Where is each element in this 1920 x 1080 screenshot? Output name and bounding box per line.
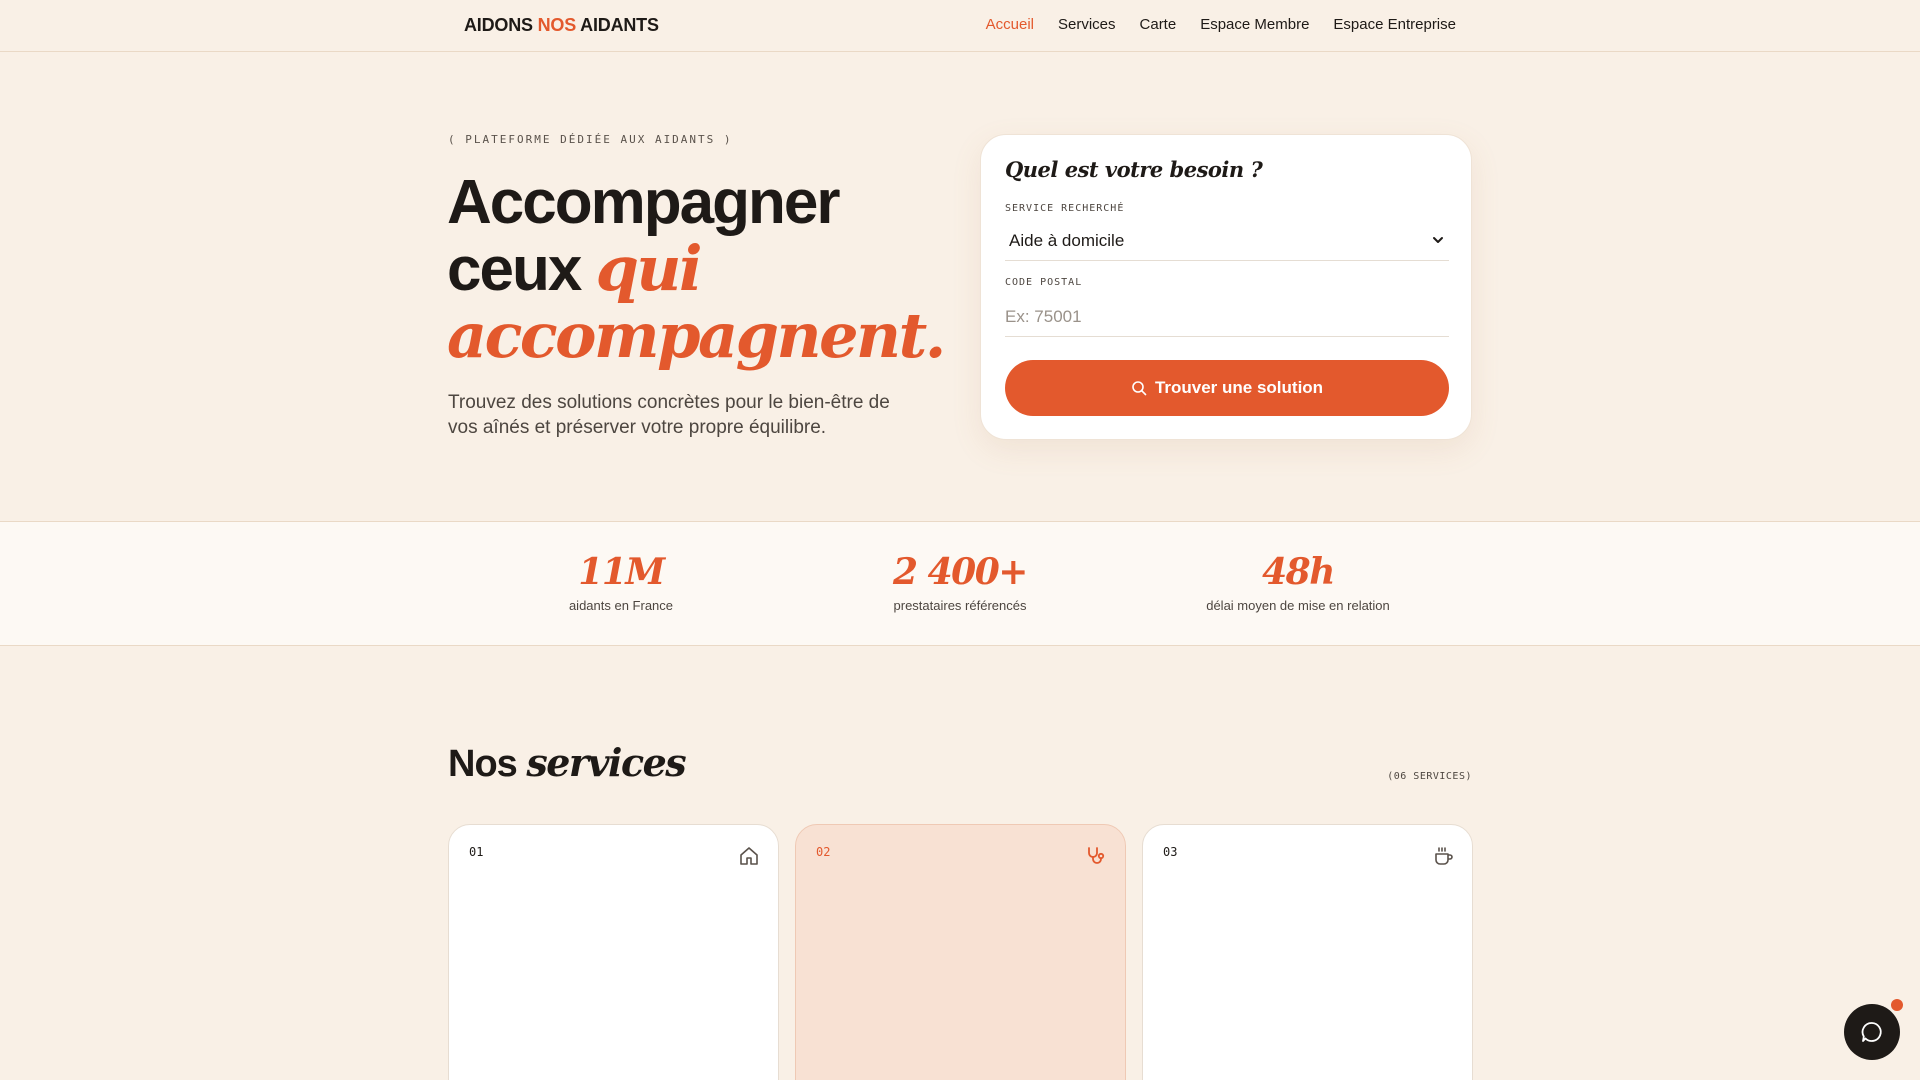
stat-label: prestataires référencés	[893, 598, 1027, 613]
services-title-italic: services	[526, 740, 686, 785]
chevron-down-icon	[1433, 237, 1443, 243]
hero-title-italic-1: qui	[595, 232, 703, 305]
services-title: Nos services	[448, 740, 687, 786]
nav-item-carte[interactable]: Carte	[1140, 16, 1177, 33]
service-card-number: 02	[816, 845, 831, 859]
nav-item-espace-membre[interactable]: Espace Membre	[1200, 16, 1309, 33]
chat-button[interactable]	[1844, 1004, 1900, 1060]
services-count: (06 SERVICES)	[1387, 771, 1472, 782]
nav-item-accueil[interactable]: Accueil	[986, 16, 1034, 33]
notification-dot	[1891, 999, 1903, 1011]
hero-subtitle: Trouvez des solutions concrètes pour le …	[448, 392, 890, 438]
search-card: Quel est votre besoin ? SERVICE RECHERCH…	[980, 134, 1472, 440]
search-card-title: Quel est votre besoin ?	[1005, 157, 1263, 182]
find-solution-label: Trouver une solution	[1154, 378, 1324, 397]
service-card-01[interactable]: 01	[448, 824, 779, 1080]
service-select[interactable]: Aide à domicile	[1005, 221, 1449, 261]
stat-prestataires: 2 400+ prestataires référencés	[860, 552, 1060, 613]
service-card-number: 03	[1163, 845, 1178, 859]
stat-delai: 48h délai moyen de mise en relation	[1178, 552, 1418, 613]
find-solution-button[interactable]: Trouver une solution	[1005, 360, 1449, 416]
stat-value: 48h	[1262, 551, 1335, 593]
service-card-03[interactable]: 03	[1142, 824, 1473, 1080]
postal-code-input[interactable]: Ex: 75001	[1005, 297, 1449, 337]
nav-item-services[interactable]: Services	[1058, 16, 1116, 33]
service-card-02[interactable]: 02	[795, 824, 1126, 1080]
site-header: AIDONS NOS AIDANTS Accueil Services Cart…	[0, 0, 1920, 52]
logo-part-2: NOS	[537, 15, 577, 35]
stats-band: 11M aidants en France 2 400+ prestataire…	[0, 521, 1920, 646]
hero-title-italic-2: accompagnent.	[447, 299, 946, 372]
stat-label: délai moyen de mise en relation	[1206, 598, 1390, 613]
service-label: SERVICE RECHERCHÉ	[1005, 203, 1125, 214]
logo-part-1: AIDONS	[464, 15, 533, 35]
hero-title: Accompagner ceux qui accompagnent.	[447, 170, 967, 370]
home-icon	[740, 847, 758, 865]
services-title-plain: Nos	[448, 743, 518, 785]
hero-eyebrow: ( PLATEFORME DÉDIÉE AUX AIDANTS )	[448, 133, 733, 146]
hero-title-line-1: Accompagner	[447, 168, 840, 237]
stethoscope-icon	[1088, 847, 1105, 864]
search-icon	[1132, 381, 1147, 396]
coffee-cup-icon	[1435, 847, 1453, 865]
stat-value: 11M	[578, 551, 665, 593]
logo-part-3: AIDANTS	[580, 15, 659, 35]
main-nav: Accueil Services Carte Espace Membre Esp…	[962, 16, 1456, 33]
hero-title-line-2: ceux	[447, 235, 582, 304]
service-select-value: Aide à domicile	[1009, 231, 1125, 250]
postal-code-label: CODE POSTAL	[1005, 277, 1083, 288]
stat-value: 2 400+	[893, 551, 1028, 593]
stat-aidants: 11M aidants en France	[521, 552, 721, 613]
nav-item-espace-entreprise[interactable]: Espace Entreprise	[1333, 16, 1456, 33]
service-card-number: 01	[469, 845, 484, 859]
site-logo[interactable]: AIDONS NOS AIDANTS	[464, 15, 659, 36]
stat-label: aidants en France	[568, 598, 674, 613]
chat-bubble-icon	[1861, 1022, 1882, 1042]
